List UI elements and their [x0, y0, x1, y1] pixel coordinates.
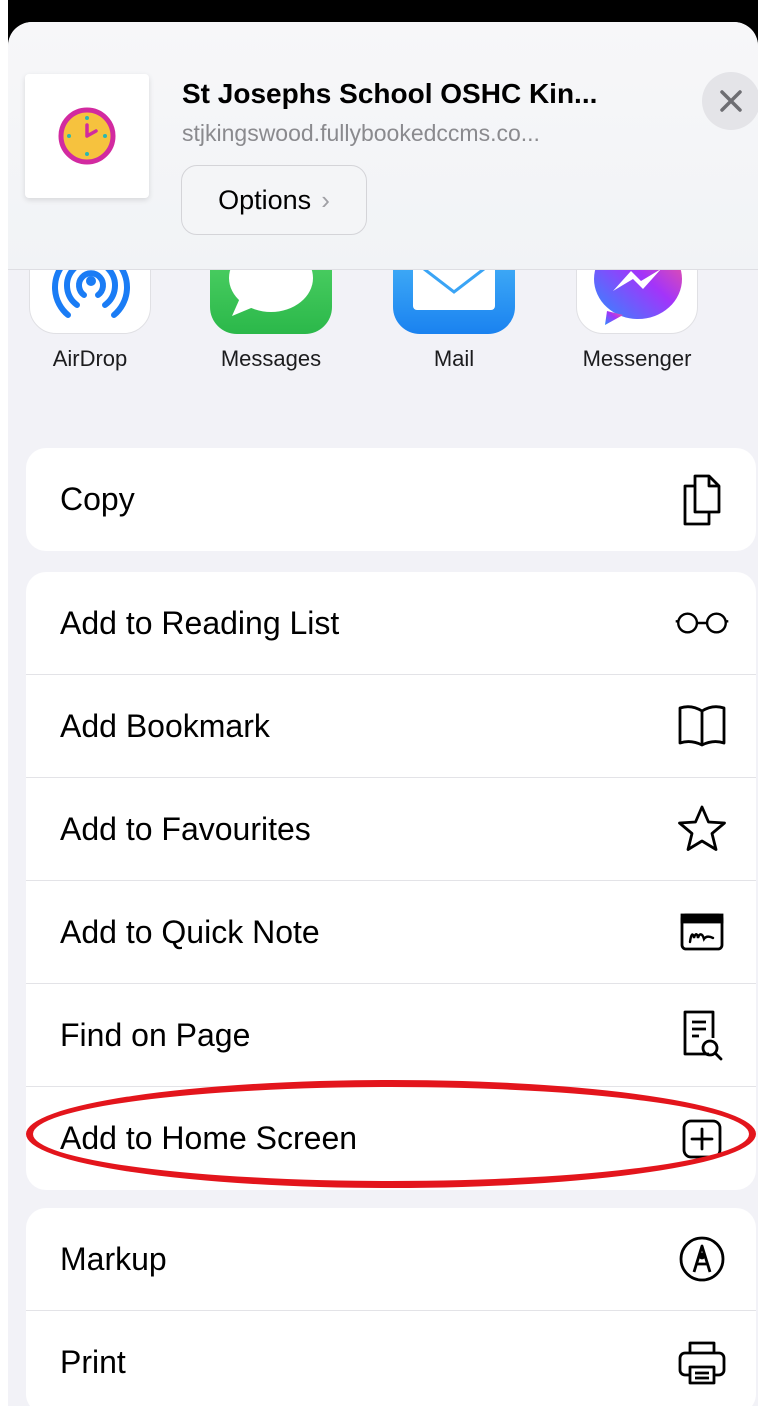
close-icon: [720, 90, 742, 112]
share-app-label: Mail: [433, 346, 475, 371]
clock-icon: [58, 107, 116, 165]
action-print[interactable]: Print: [26, 1311, 756, 1406]
action-group-main: Add to Reading List Add Bookmark Add to …: [26, 572, 756, 1190]
glasses-icon: [674, 595, 730, 651]
book-icon: [674, 698, 730, 754]
action-label: Copy: [60, 481, 135, 517]
star-icon: [674, 801, 730, 857]
quick-note-icon: [674, 904, 730, 960]
action-label: Add Bookmark: [60, 707, 270, 744]
action-group-copy: Copy: [26, 448, 756, 551]
share-app-label: Messenger: [582, 346, 692, 371]
action-add-to-home-screen[interactable]: Add to Home Screen: [26, 1087, 756, 1190]
options-label: Options: [218, 184, 312, 215]
printer-icon: [674, 1335, 730, 1391]
action-add-to-quick-note[interactable]: Add to Quick Note: [26, 881, 756, 984]
action-label: Markup: [60, 1240, 167, 1277]
action-label: Find on Page: [60, 1016, 251, 1053]
site-thumbnail: [25, 74, 149, 198]
action-copy[interactable]: Copy: [26, 448, 756, 551]
find-on-page-icon: [674, 1007, 730, 1063]
share-sheet: St Josephs School OSHC Kin... stjkingswo…: [8, 22, 758, 1406]
action-group-tools: Markup Print: [26, 1208, 756, 1406]
site-title: St Josephs School OSHC Kin...: [182, 78, 598, 109]
chevron-right-icon: ›: [321, 184, 330, 215]
copy-icon: [674, 472, 730, 528]
action-find-on-page[interactable]: Find on Page: [26, 984, 756, 1087]
action-label: Add to Favourites: [60, 810, 311, 847]
share-app-label: Messages: [220, 346, 322, 371]
action-add-to-favourites[interactable]: Add to Favourites: [26, 778, 756, 881]
close-button[interactable]: [702, 72, 758, 130]
action-label: Add to Quick Note: [60, 913, 320, 950]
action-add-bookmark[interactable]: Add Bookmark: [26, 675, 756, 778]
markup-icon: [674, 1231, 730, 1287]
site-url: stjkingswood.fullybookedccms.co...: [182, 120, 540, 146]
share-sheet-header: St Josephs School OSHC Kin... stjkingswo…: [8, 22, 758, 270]
action-label: Add to Reading List: [60, 604, 340, 641]
action-label: Print: [60, 1344, 126, 1380]
plus-square-icon: [674, 1111, 730, 1167]
action-label: Add to Home Screen: [60, 1120, 358, 1156]
action-add-to-reading-list[interactable]: Add to Reading List: [26, 572, 756, 675]
share-app-label: AirDrop: [52, 346, 128, 371]
action-markup[interactable]: Markup: [26, 1208, 756, 1311]
options-button[interactable]: Options ›: [181, 165, 367, 235]
